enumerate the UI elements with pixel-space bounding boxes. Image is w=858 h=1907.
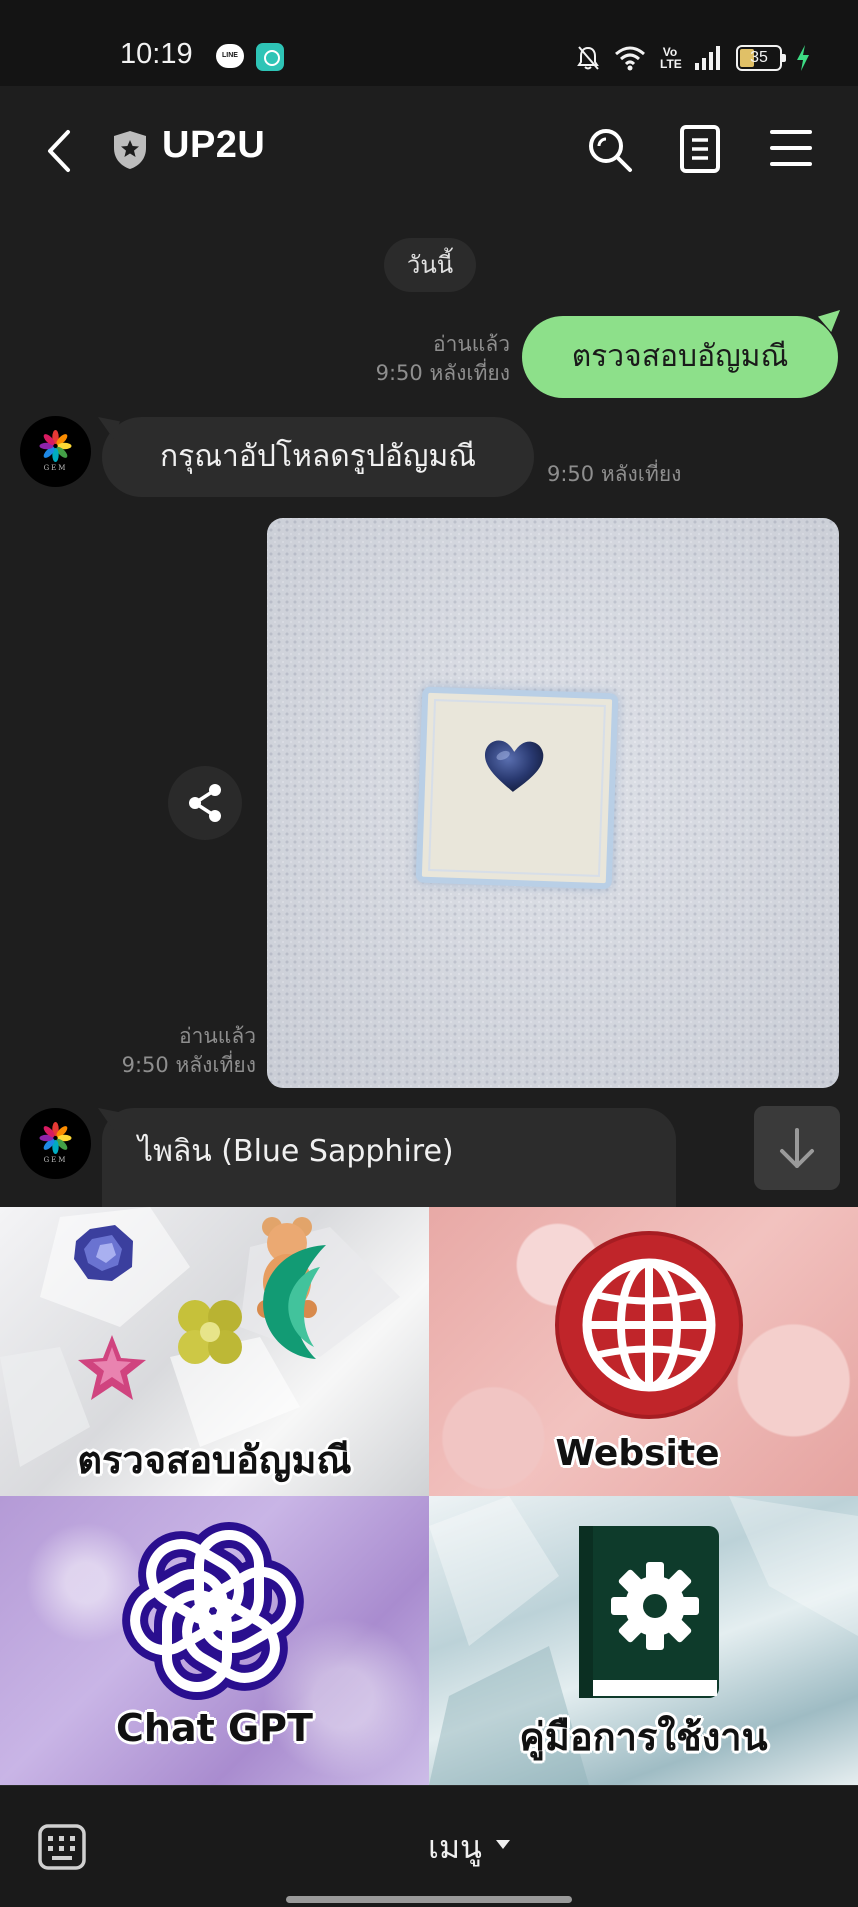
search-icon[interactable] xyxy=(586,126,634,174)
message-time: 9:50 หลังเที่ยง xyxy=(547,462,682,486)
message-meta: อ่านแล้ว 9:50 หลังเที่ยง xyxy=(80,1022,256,1080)
rich-menu-chatgpt[interactable]: Chat GPT xyxy=(0,1496,429,1785)
rich-menu-label: ตรวจสอบอัญมณี xyxy=(77,1438,352,1482)
rich-menu-label: คู่มือการใช้งาน xyxy=(519,1715,768,1759)
wifi-icon xyxy=(615,46,645,71)
status-icons: Vo LTE 35 xyxy=(576,40,810,76)
home-indicator[interactable] xyxy=(286,1896,572,1903)
keyboard-icon[interactable] xyxy=(38,1824,86,1870)
line-chat-screen: 10:19 LINE Vo LTE 35 UP2U วันนี้ อ่านแล้… xyxy=(0,0,858,1907)
app-notification-icon xyxy=(256,43,284,71)
back-arrow-icon[interactable] xyxy=(42,126,82,176)
battery-icon: 35 xyxy=(736,45,786,71)
rich-menu-toggle[interactable]: เมนู xyxy=(428,1822,482,1873)
rich-menu-gem-check[interactable]: ตรวจสอบอัญมณี xyxy=(0,1207,429,1496)
date-separator: วันนี้ xyxy=(384,238,476,292)
read-receipt: อ่านแล้ว xyxy=(433,332,510,356)
share-icon xyxy=(189,784,221,822)
gem-logo-icon xyxy=(39,430,72,462)
read-receipt: อ่านแล้ว xyxy=(179,1024,256,1048)
rich-menu-label: Chat GPT xyxy=(116,1706,313,1750)
caret-down-icon[interactable] xyxy=(496,1840,510,1849)
blue-sapphire-heart xyxy=(485,740,544,792)
avatar-label: GEM xyxy=(43,464,68,472)
message-meta: อ่านแล้ว 9:50 หลังเที่ยง xyxy=(330,330,510,388)
bottom-bar: เมนู xyxy=(0,1785,858,1907)
notes-icon[interactable] xyxy=(678,124,722,174)
rich-menu-label: Website xyxy=(555,1433,720,1474)
arrow-down-icon xyxy=(780,1128,814,1168)
gem-logo-icon xyxy=(39,1122,72,1154)
status-time: 10:19 xyxy=(120,38,193,70)
bot-avatar[interactable]: GEM xyxy=(20,1108,91,1179)
rich-menu-website[interactable]: Website xyxy=(429,1207,858,1496)
incoming-message-bubble[interactable]: ไพลิน (Blue Sapphire) xyxy=(102,1108,676,1218)
incoming-message-bubble[interactable]: กรุณาอัปโหลดรูปอัญมณี xyxy=(102,417,534,497)
sent-gem-photo[interactable] xyxy=(267,518,839,1088)
battery-level: 35 xyxy=(750,49,768,66)
volte-indicator: Vo LTE xyxy=(660,45,682,71)
chat-title: UP2U xyxy=(162,124,266,166)
avatar-label: GEM xyxy=(43,1156,68,1164)
mute-bell-icon xyxy=(577,46,599,70)
charging-bolt-icon xyxy=(797,45,809,71)
share-button[interactable] xyxy=(168,766,242,840)
gem-box xyxy=(415,686,619,890)
official-shield-icon xyxy=(114,131,146,169)
message-time: 9:50 หลังเที่ยง xyxy=(375,361,510,385)
bot-avatar[interactable]: GEM xyxy=(20,416,91,487)
outgoing-message-bubble[interactable]: ตรวจสอบอัญมณี xyxy=(522,316,838,398)
hamburger-menu-icon[interactable] xyxy=(770,128,812,168)
chat-header: UP2U xyxy=(0,86,858,214)
line-notification-icon: LINE xyxy=(216,44,244,68)
message-text: ไพลิน (Blue Sapphire) xyxy=(138,1134,454,1169)
signal-icon xyxy=(695,46,720,70)
rich-menu: ตรวจสอบอัญมณี Website Chat GPT คู่มือการ… xyxy=(0,1207,858,1785)
status-bar: 10:19 LINE Vo LTE 35 xyxy=(0,0,858,86)
message-time: 9:50 หลังเที่ยง xyxy=(121,1053,256,1077)
rich-menu-manual[interactable]: คู่มือการใช้งาน xyxy=(429,1496,858,1785)
scroll-to-bottom-button[interactable] xyxy=(754,1106,840,1190)
